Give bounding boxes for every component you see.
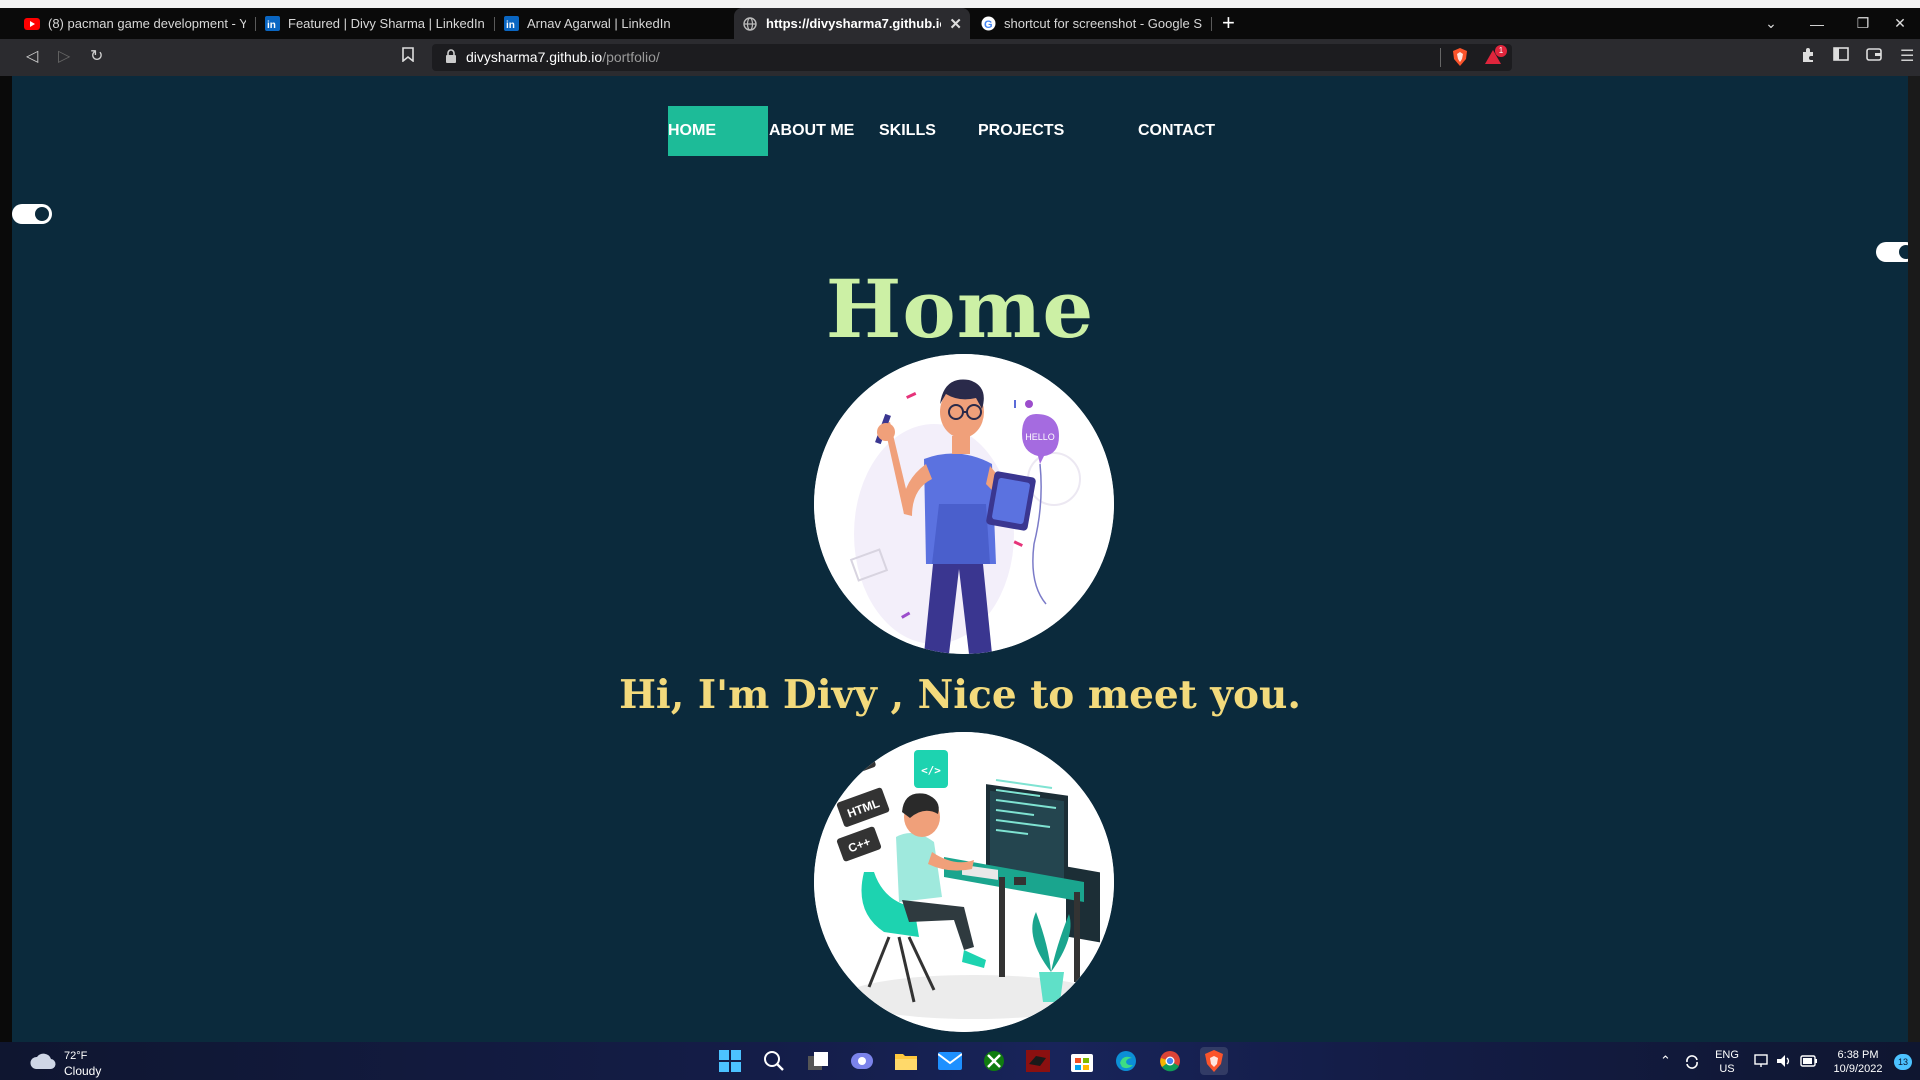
tab-title: shortcut for screenshot - Google Search [1004, 16, 1202, 31]
browser-toolbar: ◁ ▷ ↻ divysharma7.github.io/portfolio/ 1… [0, 39, 1920, 76]
linkedin-icon: in [264, 16, 280, 32]
nav-contact[interactable]: CONTACT [1138, 106, 1215, 156]
sidebar-icon[interactable] [1833, 47, 1849, 67]
developer-waving-illustration: HELLO [814, 354, 1114, 654]
toggle-knob [35, 207, 49, 221]
tab-title: https://divysharma7.github.io/portfolio/ [766, 16, 941, 31]
reload-icon[interactable]: ↻ [90, 47, 103, 67]
page-scrollbar[interactable] [1908, 76, 1920, 1042]
bookmark-icon[interactable] [402, 47, 414, 68]
page-title: Home [825, 262, 1095, 356]
url-path: /portfolio/ [602, 49, 660, 65]
clock-date: 10/9/2022 [1833, 1063, 1883, 1075]
tab-strip: (8) pacman game development - YouTube in… [0, 0, 1920, 39]
language-indicator[interactable]: ENG US [1712, 1048, 1742, 1076]
balloon-text: HELLO [1025, 432, 1055, 442]
url-text: divysharma7.github.io/portfolio/ [466, 49, 660, 65]
lock-icon [446, 49, 456, 63]
tab-google-search[interactable]: G shortcut for screenshot - Google Searc… [972, 8, 1210, 39]
theme-toggle-right[interactable] [1876, 242, 1908, 262]
nav-skills[interactable]: SKILLS [879, 106, 936, 156]
cloud-icon [30, 1052, 56, 1075]
search-icon[interactable] [760, 1047, 788, 1075]
brave-icon[interactable] [1200, 1047, 1228, 1075]
tab-linkedin-arnav[interactable]: in Arnav Agarwal | LinkedIn [495, 8, 733, 39]
nav-about-me[interactable]: ABOUT ME [769, 106, 854, 156]
youtube-icon [24, 16, 40, 32]
google-icon: G [980, 16, 996, 32]
weather-description[interactable]: Cloudy [64, 1064, 101, 1078]
linkedin-icon: in [503, 16, 519, 32]
theme-toggle-left[interactable] [12, 204, 52, 224]
close-window-button[interactable]: ✕ [1880, 8, 1920, 39]
svg-text:G: G [984, 19, 993, 31]
network-icon[interactable] [1754, 1054, 1770, 1072]
programmer-at-desk-illustration: HTML C++ </> [814, 732, 1114, 1032]
svg-text:in: in [267, 20, 276, 31]
tab-separator [1211, 17, 1212, 31]
tab-youtube[interactable]: (8) pacman game development - YouTube [16, 8, 254, 39]
tab-linkedin-divy[interactable]: in Featured | Divy Sharma | LinkedIn [256, 8, 494, 39]
wallet-icon[interactable] [1866, 47, 1882, 67]
file-explorer-icon[interactable] [892, 1047, 920, 1075]
edge-icon[interactable] [1112, 1047, 1140, 1075]
extensions-icon[interactable] [1800, 47, 1816, 69]
taskbar: 72°F Cloudy ⌃ ENG US 6:38 PM 10/9/2022 1… [0, 1042, 1920, 1080]
close-icon[interactable]: ✕ [949, 15, 962, 33]
hero-illustration: HELLO [814, 354, 1114, 654]
weather-temperature[interactable]: 72°F [64, 1050, 87, 1062]
xbox-icon[interactable] [980, 1047, 1008, 1075]
window-edge [0, 76, 12, 1042]
menu-icon[interactable]: ☰ [1900, 47, 1914, 67]
tab-search-chevron-icon[interactable]: ⌄ [1748, 8, 1794, 39]
omnibox-divider [1440, 48, 1441, 67]
forward-icon[interactable]: ▷ [58, 47, 70, 67]
main-nav: HOME ABOUT ME SKILLS PROJECTS CONTACT [12, 106, 1908, 156]
chrome-icon[interactable] [1156, 1047, 1184, 1075]
greeting-text: Hi, I'm Divy , Nice to meet you. [619, 672, 1301, 718]
back-icon[interactable]: ◁ [26, 47, 38, 67]
volume-icon[interactable] [1776, 1054, 1792, 1072]
language-line-1: ENG [1715, 1049, 1739, 1061]
svg-text:in: in [506, 20, 515, 31]
tab-portfolio[interactable]: https://divysharma7.github.io/portfolio/… [734, 8, 970, 39]
chevron-up-icon[interactable]: ⌃ [1660, 1054, 1671, 1068]
chat-icon[interactable] [848, 1047, 876, 1075]
mail-icon[interactable] [936, 1047, 964, 1075]
brave-shields-icon[interactable] [1452, 48, 1468, 71]
tab-title: Featured | Divy Sharma | LinkedIn [288, 16, 485, 31]
battery-icon[interactable] [1800, 1055, 1818, 1071]
url-host: divysharma7.github.io [466, 49, 603, 65]
clock[interactable]: 6:38 PM 10/9/2022 [1830, 1048, 1886, 1076]
store-icon[interactable] [1068, 1047, 1096, 1075]
address-bar[interactable]: divysharma7.github.io/portfolio/ 1 [432, 44, 1512, 71]
minimize-button[interactable]: — [1794, 8, 1840, 39]
globe-icon [742, 16, 758, 32]
toggle-knob [1899, 245, 1908, 259]
nav-projects[interactable]: PROJECTS [978, 106, 1064, 156]
code-badge: </> [921, 764, 941, 777]
coding-illustration: HTML C++ </> [814, 732, 1114, 1032]
tab-title: (8) pacman game development - YouTube [48, 16, 246, 31]
notification-badge[interactable]: 13 [1894, 1054, 1912, 1070]
rewards-badge: 1 [1495, 45, 1507, 57]
clock-time: 6:38 PM [1837, 1049, 1879, 1061]
sync-icon[interactable] [1684, 1054, 1700, 1074]
nav-home[interactable]: HOME [668, 106, 768, 156]
language-line-2: US [1719, 1063, 1735, 1075]
game-app-icon[interactable] [1024, 1047, 1052, 1075]
new-tab-button[interactable]: + [1222, 11, 1235, 35]
windows-start-icon[interactable] [716, 1047, 744, 1075]
page-viewport: HOME ABOUT ME SKILLS PROJECTS CONTACT Ho… [12, 76, 1908, 1042]
tab-title: Arnav Agarwal | LinkedIn [527, 16, 671, 31]
task-view-icon[interactable] [804, 1047, 832, 1075]
